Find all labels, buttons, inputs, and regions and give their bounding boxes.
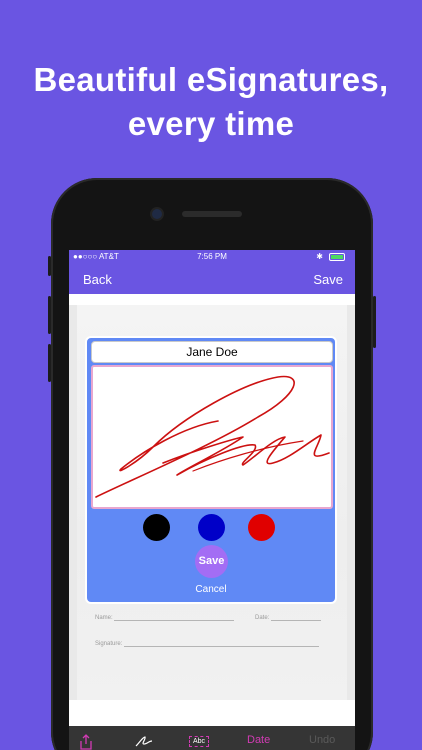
save-signature-button[interactable]: Save <box>195 545 228 578</box>
name-line: Name: <box>95 615 235 621</box>
share-icon[interactable] <box>79 734 93 750</box>
phone-screen: ●●○○○ AT&T 7:56 PM ✱ Back Save Name: Dat… <box>69 250 355 750</box>
status-time: 7:56 PM <box>197 252 227 261</box>
date-tool[interactable]: Date <box>247 734 270 746</box>
power-button <box>373 296 376 348</box>
undo-button[interactable]: Undo <box>309 734 335 746</box>
battery-icon <box>329 253 345 261</box>
text-tool-icon[interactable]: Abc <box>189 734 210 747</box>
save-nav-button[interactable]: Save <box>313 272 343 287</box>
phone-frame: ●●○○○ AT&T 7:56 PM ✱ Back Save Name: Dat… <box>48 178 376 750</box>
front-camera <box>152 209 162 219</box>
text-tool-label: Abc <box>189 736 210 747</box>
date-field-label: Date: <box>255 615 270 621</box>
signature-canvas[interactable] <box>91 365 333 509</box>
color-blue-swatch[interactable] <box>198 514 225 541</box>
signer-name-field[interactable]: Jane Doe <box>91 341 333 363</box>
headline-line-1: Beautiful eSignatures, <box>33 61 389 98</box>
status-bar: ●●○○○ AT&T 7:56 PM ✱ <box>69 250 355 264</box>
back-button[interactable]: Back <box>83 272 112 287</box>
volume-down-button <box>48 344 51 382</box>
earpiece-speaker <box>182 211 242 217</box>
signature-panel: Jane Doe Save Cancel <box>85 336 337 604</box>
bluetooth-icon: ✱ <box>316 252 323 261</box>
volume-up-button <box>48 296 51 334</box>
signature-line: Signature: <box>95 641 320 647</box>
color-black-swatch[interactable] <box>143 514 170 541</box>
date-line: Date: <box>255 615 322 621</box>
color-red-swatch[interactable] <box>248 514 275 541</box>
headline: Beautiful eSignatures, every time <box>0 58 422 146</box>
signature-icon[interactable] <box>135 734 153 750</box>
share-icon-graphic <box>80 734 92 750</box>
name-field-label: Name: <box>95 615 113 621</box>
signature-drawing <box>95 375 330 498</box>
cancel-button[interactable]: Cancel <box>87 584 335 595</box>
mute-switch <box>48 256 51 276</box>
headline-line-2: every time <box>127 105 295 142</box>
nav-bar: Back Save <box>69 264 355 294</box>
signature-icon-graphic <box>135 736 153 747</box>
bottom-toolbar: Abc Date Undo <box>69 726 355 750</box>
signature-field-label: Signature: <box>95 641 123 647</box>
